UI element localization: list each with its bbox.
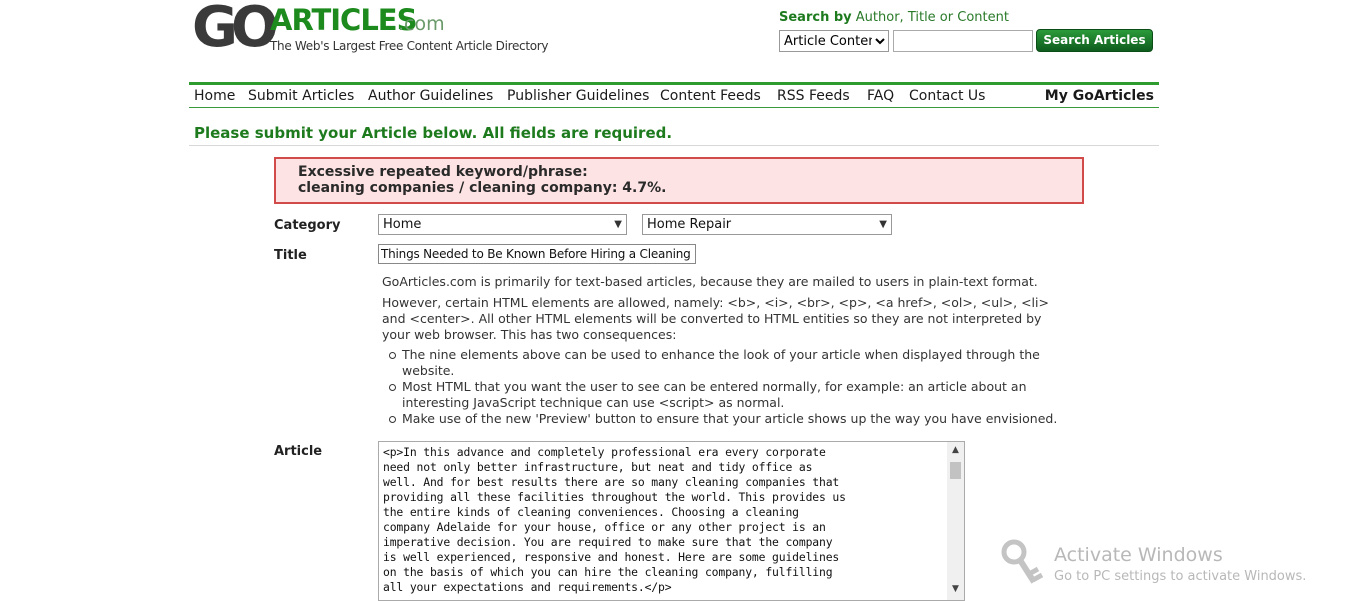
html-info-text: GoArticles.com is primarily for text-bas…: [382, 274, 1072, 427]
nav-rss-feeds[interactable]: RSS Feeds: [777, 88, 850, 104]
logo-articles-text: ARTICLES: [270, 3, 418, 37]
nav-content-feeds[interactable]: Content Feeds: [660, 88, 761, 104]
subcategory-select[interactable]: Home Repair ▼: [642, 214, 892, 235]
nav-submit-articles[interactable]: Submit Articles: [248, 88, 354, 104]
nav-my-goarticles[interactable]: My GoArticles: [1045, 88, 1154, 104]
chevron-down-icon: ▼: [879, 219, 887, 230]
nav-author-guidelines[interactable]: Author Guidelines: [368, 88, 493, 104]
error-line-2: cleaning companies / cleaning company: 4…: [298, 180, 667, 196]
bullet-icon: [389, 384, 396, 391]
nav-faq[interactable]: FAQ: [867, 88, 894, 104]
article-textarea-content[interactable]: <p>In this advance and completely profes…: [383, 445, 939, 595]
search-input[interactable]: [893, 30, 1033, 52]
bullet-icon: [389, 352, 396, 359]
search-articles-button[interactable]: Search Articles: [1036, 29, 1153, 52]
error-line-1: Excessive repeated keyword/phrase:: [298, 164, 588, 180]
search-label-strong: Search by: [779, 10, 852, 25]
scroll-up-icon[interactable]: ▲: [947, 445, 964, 455]
list-item: Make use of the new 'Preview' button to …: [389, 411, 1072, 427]
chevron-down-icon: ▼: [614, 219, 622, 230]
page-title: Please submit your Article below. All fi…: [194, 124, 673, 142]
search-type-select[interactable]: Article Content: [779, 30, 889, 52]
logo-tagline: The Web's Largest Free Content Article D…: [270, 39, 549, 53]
list-item: Most HTML that you want the user to see …: [389, 379, 1072, 411]
title-input[interactable]: Things Needed to Be Known Before Hiring …: [378, 244, 696, 264]
scroll-thumb[interactable]: [950, 462, 961, 479]
list-item: The nine elements above can be used to e…: [389, 347, 1072, 379]
article-label: Article: [274, 444, 323, 459]
goarticles-logo[interactable]: GO ARTICLES .com The Web's Largest Free …: [192, 0, 549, 60]
search-label: Search by Author, Title or Content: [779, 10, 1009, 25]
divider: [189, 145, 1159, 146]
search-label-options: Author, Title or Content: [855, 10, 1009, 25]
info-bullet-3: Make use of the new 'Preview' button to …: [402, 411, 1058, 426]
activate-windows-watermark: Activate Windows Go to PC settings to ac…: [1000, 538, 1340, 593]
error-message-box: Excessive repeated keyword/phrase: clean…: [274, 157, 1084, 204]
bullet-icon: [389, 416, 396, 423]
info-bullet-list: The nine elements above can be used to e…: [382, 347, 1072, 427]
info-paragraph-1: GoArticles.com is primarily for text-bas…: [382, 274, 1038, 289]
category-select[interactable]: Home ▼: [378, 214, 627, 235]
info-bullet-1: The nine elements above can be used to e…: [402, 347, 1040, 378]
title-label: Title: [274, 248, 307, 263]
nav-contact-us[interactable]: Contact Us: [909, 88, 985, 104]
logo-go-text: GO: [192, 0, 279, 60]
category-select-value: Home: [383, 217, 422, 232]
key-icon: [1001, 539, 1044, 584]
info-bullet-2: Most HTML that you want the user to see …: [402, 379, 1027, 410]
watermark-subtitle: Go to PC settings to activate Windows.: [1054, 569, 1307, 584]
scroll-down-icon[interactable]: ▼: [947, 584, 964, 594]
main-nav: Home Submit Articles Author Guidelines P…: [189, 82, 1159, 108]
watermark-title: Activate Windows: [1054, 544, 1223, 566]
article-textarea[interactable]: <p>In this advance and completely profes…: [378, 441, 965, 601]
logo-com-text: .com: [398, 13, 445, 35]
info-paragraph-2: However, certain HTML elements are allow…: [382, 295, 1049, 342]
subcategory-select-value: Home Repair: [647, 217, 732, 232]
article-scrollbar[interactable]: ▲ ▼: [947, 442, 964, 600]
nav-home[interactable]: Home: [194, 88, 235, 104]
category-label: Category: [274, 218, 341, 233]
nav-publisher-guidelines[interactable]: Publisher Guidelines: [507, 88, 649, 104]
